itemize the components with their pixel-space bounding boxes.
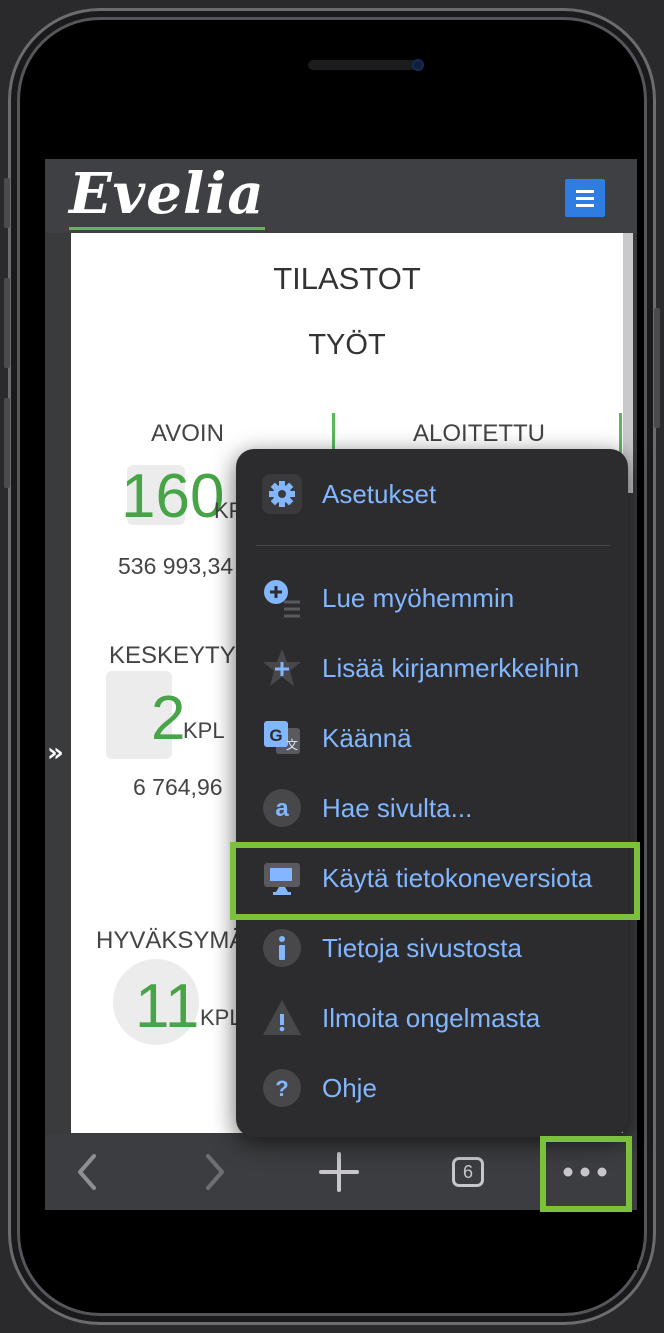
menu-divider	[256, 545, 610, 546]
reading-list-icon	[264, 580, 300, 618]
menu-item-label: Asetukset	[322, 479, 437, 509]
menu-item-label: Tietoja sivustosta	[322, 933, 522, 963]
plus-icon	[319, 1152, 359, 1192]
hamburger-line	[576, 197, 594, 200]
stat-count-hyvaksymatta: 11	[135, 972, 200, 1041]
menu-item-label: Ohje	[322, 1073, 377, 1103]
svg-text:?: ?	[275, 1076, 288, 1101]
translate-icon: G 文	[264, 721, 300, 754]
evelia-logo[interactable]: Evelia	[69, 161, 265, 227]
help-icon: ?	[263, 1069, 301, 1107]
side-panel-toggle[interactable]: »	[47, 738, 64, 768]
menu-item-label: Ilmoita ongelmasta	[322, 1003, 541, 1033]
mute-switch	[4, 178, 10, 228]
svg-text:a: a	[275, 795, 289, 822]
stat-amount-avoin: 536 993,34	[118, 553, 234, 579]
browser-overflow-menu: Asetukset Lue myöhemmin Lisää kirjanmerk…	[236, 449, 628, 1137]
stat-unit-keskeytyneet: KPL	[183, 718, 225, 743]
menu-item-report-issue[interactable]: Ilmoita ongelmasta	[236, 983, 628, 1053]
menu-item-settings[interactable]: Asetukset	[236, 459, 628, 529]
section-title: TYÖT	[308, 329, 386, 361]
menu-item-add-bookmark[interactable]: Lisää kirjanmerkkeihin	[236, 633, 628, 703]
tab-count: 6	[452, 1157, 484, 1187]
menu-item-find-in-page[interactable]: a Hae sivulta...	[236, 773, 628, 843]
back-button[interactable]	[65, 1134, 109, 1210]
chevron-left-icon	[78, 1154, 96, 1190]
stat-label-aloitettu: ALOITETTU	[413, 420, 546, 447]
find-in-page-icon: a	[263, 789, 301, 827]
stat-count-keskeytyneet: 2	[151, 684, 186, 753]
power-button	[654, 308, 660, 428]
speaker	[308, 60, 418, 70]
page-title: TILASTOT	[273, 261, 421, 296]
stat-amount-keskeytyneet: 6 764,96	[133, 774, 223, 800]
menu-item-label: Lue myöhemmin	[322, 583, 515, 613]
more-button-highlight	[540, 1136, 632, 1212]
desktop-site-highlight	[230, 842, 640, 920]
tab-switcher-button[interactable]: 6	[443, 1134, 493, 1210]
forward-button[interactable]	[193, 1134, 237, 1210]
page-scrollbar[interactable]	[623, 233, 633, 493]
home-indicator-area	[45, 1210, 637, 1270]
volume-down-button	[4, 398, 10, 488]
hamburger-line	[576, 204, 594, 207]
site-header: Evelia	[45, 159, 637, 233]
stat-label-avoin: AVOIN	[151, 420, 224, 447]
menu-item-label: Käännä	[322, 723, 412, 753]
info-icon	[263, 929, 301, 967]
menu-item-site-info[interactable]: Tietoja sivustosta	[236, 913, 628, 983]
new-tab-button[interactable]	[317, 1134, 361, 1210]
stat-count-avoin: 160	[121, 462, 225, 531]
warning-icon	[263, 1000, 301, 1035]
stat-label-hyvaksymatta: HYVÄKSYMÄ	[96, 927, 246, 954]
logo-underline	[69, 227, 265, 230]
front-camera	[412, 59, 424, 71]
svg-text:G: G	[269, 726, 282, 745]
menu-item-label: Lisää kirjanmerkkeihin	[322, 653, 580, 683]
chevron-right-icon	[206, 1154, 224, 1190]
menu-item-label: Hae sivulta...	[322, 793, 473, 823]
side-panel-gutter: »	[45, 233, 71, 1133]
menu-item-help[interactable]: ? Ohje	[236, 1053, 628, 1123]
bookmark-star-icon	[263, 649, 301, 686]
svg-text:文: 文	[286, 737, 298, 752]
menu-item-translate[interactable]: G 文 Käännä	[236, 703, 628, 773]
volume-up-button	[4, 278, 10, 368]
hamburger-menu-button[interactable]	[565, 179, 605, 217]
hamburger-line	[576, 190, 594, 193]
stat-label-keskeytyneet: KESKEYTYN	[109, 642, 254, 669]
gear-icon	[262, 474, 302, 514]
menu-item-read-later[interactable]: Lue myöhemmin	[236, 563, 628, 633]
